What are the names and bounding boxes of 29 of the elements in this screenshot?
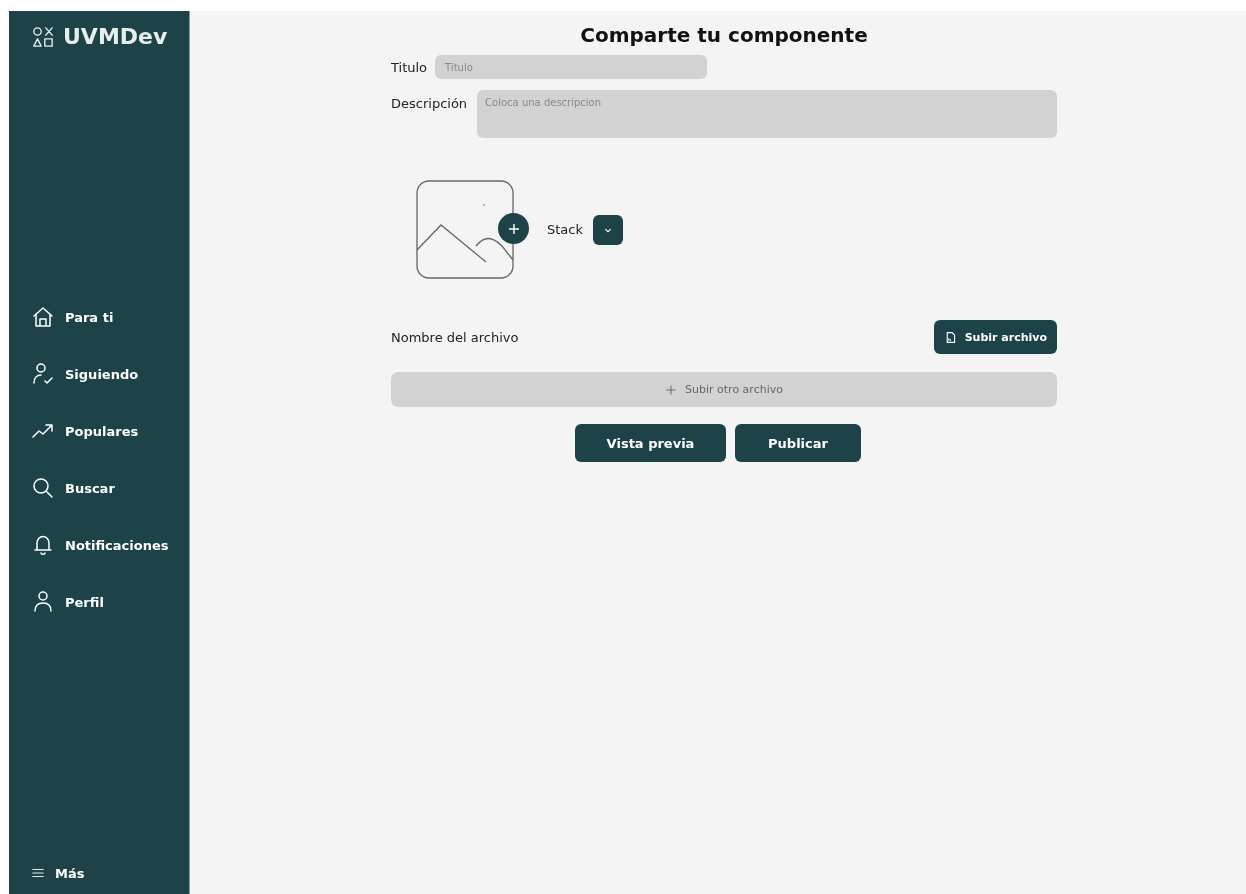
stack-dropdown-button[interactable] [593, 214, 623, 245]
nav-item[interactable]: Siguiendo [31, 357, 139, 391]
person-icon [31, 590, 55, 614]
plus-icon [665, 383, 678, 396]
nav-item[interactable]: Para ti [31, 300, 114, 334]
more-menu-item[interactable]: Más [31, 856, 85, 890]
person-check-icon [31, 362, 55, 386]
search-icon [31, 476, 55, 500]
field-label: Descripción [391, 96, 468, 111]
shapes-logo-icon [32, 25, 54, 48]
page-heading: Comparte tu componente [579, 23, 869, 47]
field-label: Titulo [391, 59, 428, 75]
title-input-field[interactable]: Titulo [435, 55, 708, 79]
nav-item[interactable]: Buscar [31, 471, 115, 505]
action-button[interactable]: Vista previa [575, 424, 726, 462]
nav-item[interactable]: Notificaciones [31, 528, 169, 562]
file-name-text: Nombre del archivo [391, 329, 519, 345]
description-input-field[interactable]: Coloca una descripcion [477, 90, 1057, 138]
action-button[interactable]: Publicar [735, 424, 861, 462]
home-icon [31, 305, 55, 329]
stack-label: Stack [547, 222, 583, 237]
nav-item[interactable]: Perfil [31, 585, 104, 619]
upload-another-file-button[interactable]: Subir otro archivo [391, 372, 1057, 407]
upload-file-button[interactable]: Subir archivo [933, 320, 1057, 354]
add-image-button[interactable] [498, 213, 529, 244]
menu-icon [31, 866, 45, 880]
bell-icon [31, 533, 55, 557]
logo-text: UVMDev [63, 24, 168, 49]
nav-item[interactable]: Populares [31, 414, 139, 448]
